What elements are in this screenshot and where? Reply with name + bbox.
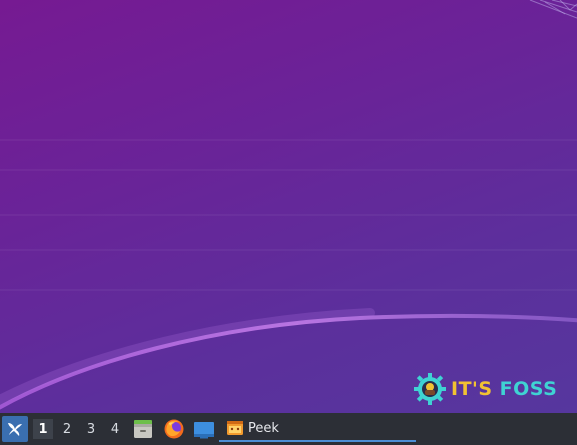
- desktop-wallpaper: IT'S FOSS: [0, 0, 577, 413]
- workspace-2-button[interactable]: 2: [57, 419, 77, 439]
- task-button-peek[interactable]: Peek: [219, 416, 416, 442]
- itsfoss-watermark: IT'S FOSS: [413, 372, 557, 406]
- file-manager-icon[interactable]: [132, 418, 154, 440]
- lxqt-menu-icon: [8, 423, 22, 436]
- workspace-3-button[interactable]: 3: [81, 419, 101, 439]
- workspace-1-button[interactable]: 1: [33, 419, 53, 439]
- itsfoss-logo-icon: [414, 373, 446, 405]
- wordmark-foss: FOSS: [499, 378, 558, 400]
- wallpaper-art: [0, 0, 577, 410]
- task-label: Peek: [248, 420, 279, 436]
- wordmark-its: IT'S: [451, 378, 493, 400]
- peek-app-icon: [227, 421, 243, 435]
- itsfoss-wordmark: IT'S FOSS: [451, 378, 557, 400]
- workspace-4-button[interactable]: 4: [105, 419, 125, 439]
- firefox-icon[interactable]: [163, 418, 185, 440]
- application-menu-button[interactable]: [2, 416, 28, 442]
- taskbar: 1 2 3 4 Peek: [0, 413, 577, 445]
- show-desktop-icon[interactable]: [193, 418, 215, 440]
